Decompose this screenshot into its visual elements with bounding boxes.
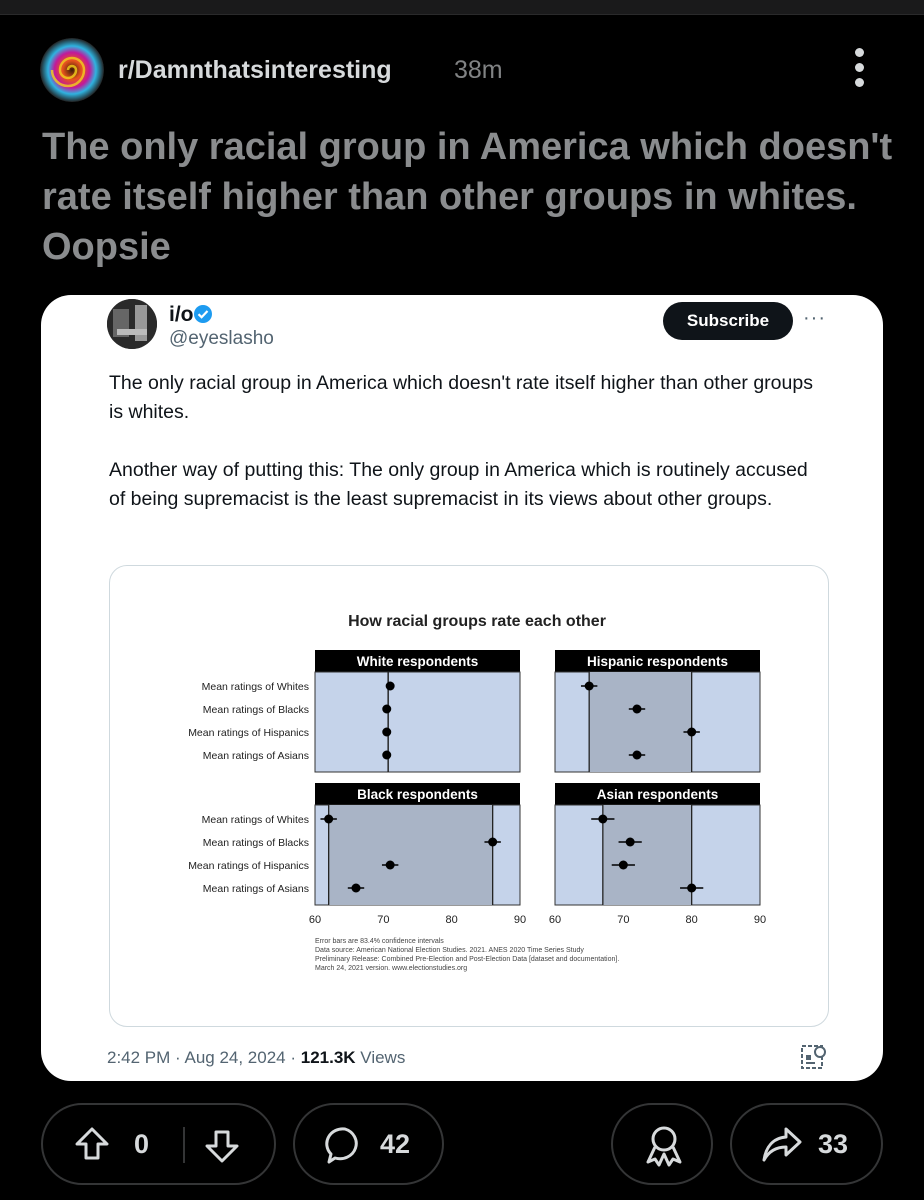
- x-tick-label: 80: [686, 914, 698, 926]
- vote-divider: [183, 1127, 185, 1163]
- comment-icon: [325, 1127, 358, 1164]
- award-button[interactable]: [611, 1103, 713, 1185]
- data-point: [687, 883, 697, 893]
- row-label: Mean ratings of Whites: [202, 681, 309, 693]
- panel-title: Hispanic respondents: [587, 654, 728, 669]
- more-options-icon[interactable]: [847, 48, 871, 94]
- tweet-author-name: i/o: [169, 303, 194, 326]
- x-tick-label: 60: [549, 914, 561, 926]
- subreddit-avatar[interactable]: [40, 38, 104, 102]
- chart-title: How racial groups rate each other: [348, 613, 606, 630]
- x-tick-label: 80: [446, 914, 458, 926]
- chart-footnote: March 24, 2021 version. www.electionstud…: [315, 965, 467, 972]
- chart-image[interactable]: How racial groups rate each other White r…: [109, 565, 829, 1027]
- data-point: [598, 814, 608, 824]
- data-point: [584, 681, 594, 691]
- x-tick-label: 70: [617, 914, 629, 926]
- data-point: [382, 727, 392, 737]
- post-header: r/Damnthatsinteresting 38m: [40, 38, 900, 110]
- qr-settings-icon[interactable]: [799, 1043, 829, 1073]
- panel-title: White respondents: [357, 654, 479, 669]
- panel-title: Asian respondents: [597, 787, 719, 802]
- panel-body: [314, 671, 521, 773]
- row-label: Mean ratings of Asians: [203, 750, 309, 762]
- top-edge-bar: [0, 0, 924, 15]
- data-point: [351, 883, 361, 893]
- row-label: Mean ratings of Asians: [203, 883, 309, 895]
- panel-range-shade: [602, 805, 692, 905]
- subreddit-name[interactable]: r/Damnthatsinteresting: [118, 56, 392, 85]
- comment-count: 42: [380, 1129, 411, 1159]
- x-tick-label: 60: [309, 914, 321, 926]
- row-label: Mean ratings of Whites: [202, 814, 309, 826]
- share-count: 33: [818, 1129, 849, 1159]
- tweet-screenshot[interactable]: i/o @eyeslasho Subscribe ··· The only ra…: [41, 295, 883, 1081]
- chart-footnote: Preliminary Release: Combined Pre-Electi…: [315, 956, 619, 963]
- chart-footnote: Error bars are 83.4% confidence interval…: [315, 938, 444, 945]
- award-icon: [646, 1126, 682, 1167]
- downvote-icon[interactable]: [203, 1127, 241, 1165]
- data-point: [618, 860, 628, 870]
- tweet-text: The only racial group in America which d…: [109, 369, 829, 543]
- data-point: [687, 727, 697, 737]
- dot-plot-chart: How racial groups rate each other White r…: [188, 613, 766, 972]
- x-tick-label: 90: [514, 914, 526, 926]
- tweet-paragraph-2: Another way of putting this: The only gr…: [109, 459, 808, 510]
- data-point: [382, 750, 392, 760]
- tweet-meta: 2:42 PM · Aug 24, 2024 · 121.3K Views: [107, 1048, 405, 1068]
- data-point: [385, 860, 395, 870]
- comments-button[interactable]: 42: [293, 1103, 444, 1185]
- row-label: Mean ratings of Blacks: [203, 837, 309, 849]
- tweet-views-label: Views: [355, 1048, 406, 1067]
- share-icon: [762, 1127, 802, 1162]
- verified-badge-icon: [194, 305, 212, 323]
- data-point: [488, 837, 498, 847]
- tweet-more-icon[interactable]: ···: [803, 307, 826, 330]
- x-tick-label: 90: [754, 914, 766, 926]
- post-time: 38m: [454, 56, 503, 84]
- panel-title: Black respondents: [357, 787, 478, 802]
- data-point: [385, 681, 395, 691]
- upvote-icon[interactable]: [73, 1125, 111, 1163]
- tweet-avatar: [107, 299, 157, 349]
- tweet-handle: @eyeslasho: [169, 328, 274, 349]
- row-label: Mean ratings of Hispanics: [188, 860, 309, 872]
- share-button[interactable]: 33: [730, 1103, 883, 1185]
- tweet-paragraph-1: The only racial group in America which d…: [109, 372, 813, 423]
- post-title[interactable]: The only racial group in America which d…: [42, 122, 902, 272]
- vote-pill: 0: [41, 1103, 276, 1185]
- x-tick-label: 70: [377, 914, 389, 926]
- data-point: [632, 704, 642, 714]
- data-point: [632, 750, 642, 760]
- subscribe-button[interactable]: Subscribe: [663, 302, 793, 340]
- vote-count: 0: [134, 1129, 150, 1159]
- data-point: [382, 704, 392, 714]
- data-point: [324, 814, 334, 824]
- chart-footnote: Data source: American National Election …: [315, 947, 584, 954]
- tweet-timestamp: 2:42 PM · Aug 24, 2024 ·: [107, 1048, 301, 1067]
- row-label: Mean ratings of Blacks: [203, 704, 309, 716]
- data-point: [625, 837, 635, 847]
- tweet-views-count: 121.3K: [300, 1048, 356, 1067]
- row-label: Mean ratings of Hispanics: [188, 727, 309, 739]
